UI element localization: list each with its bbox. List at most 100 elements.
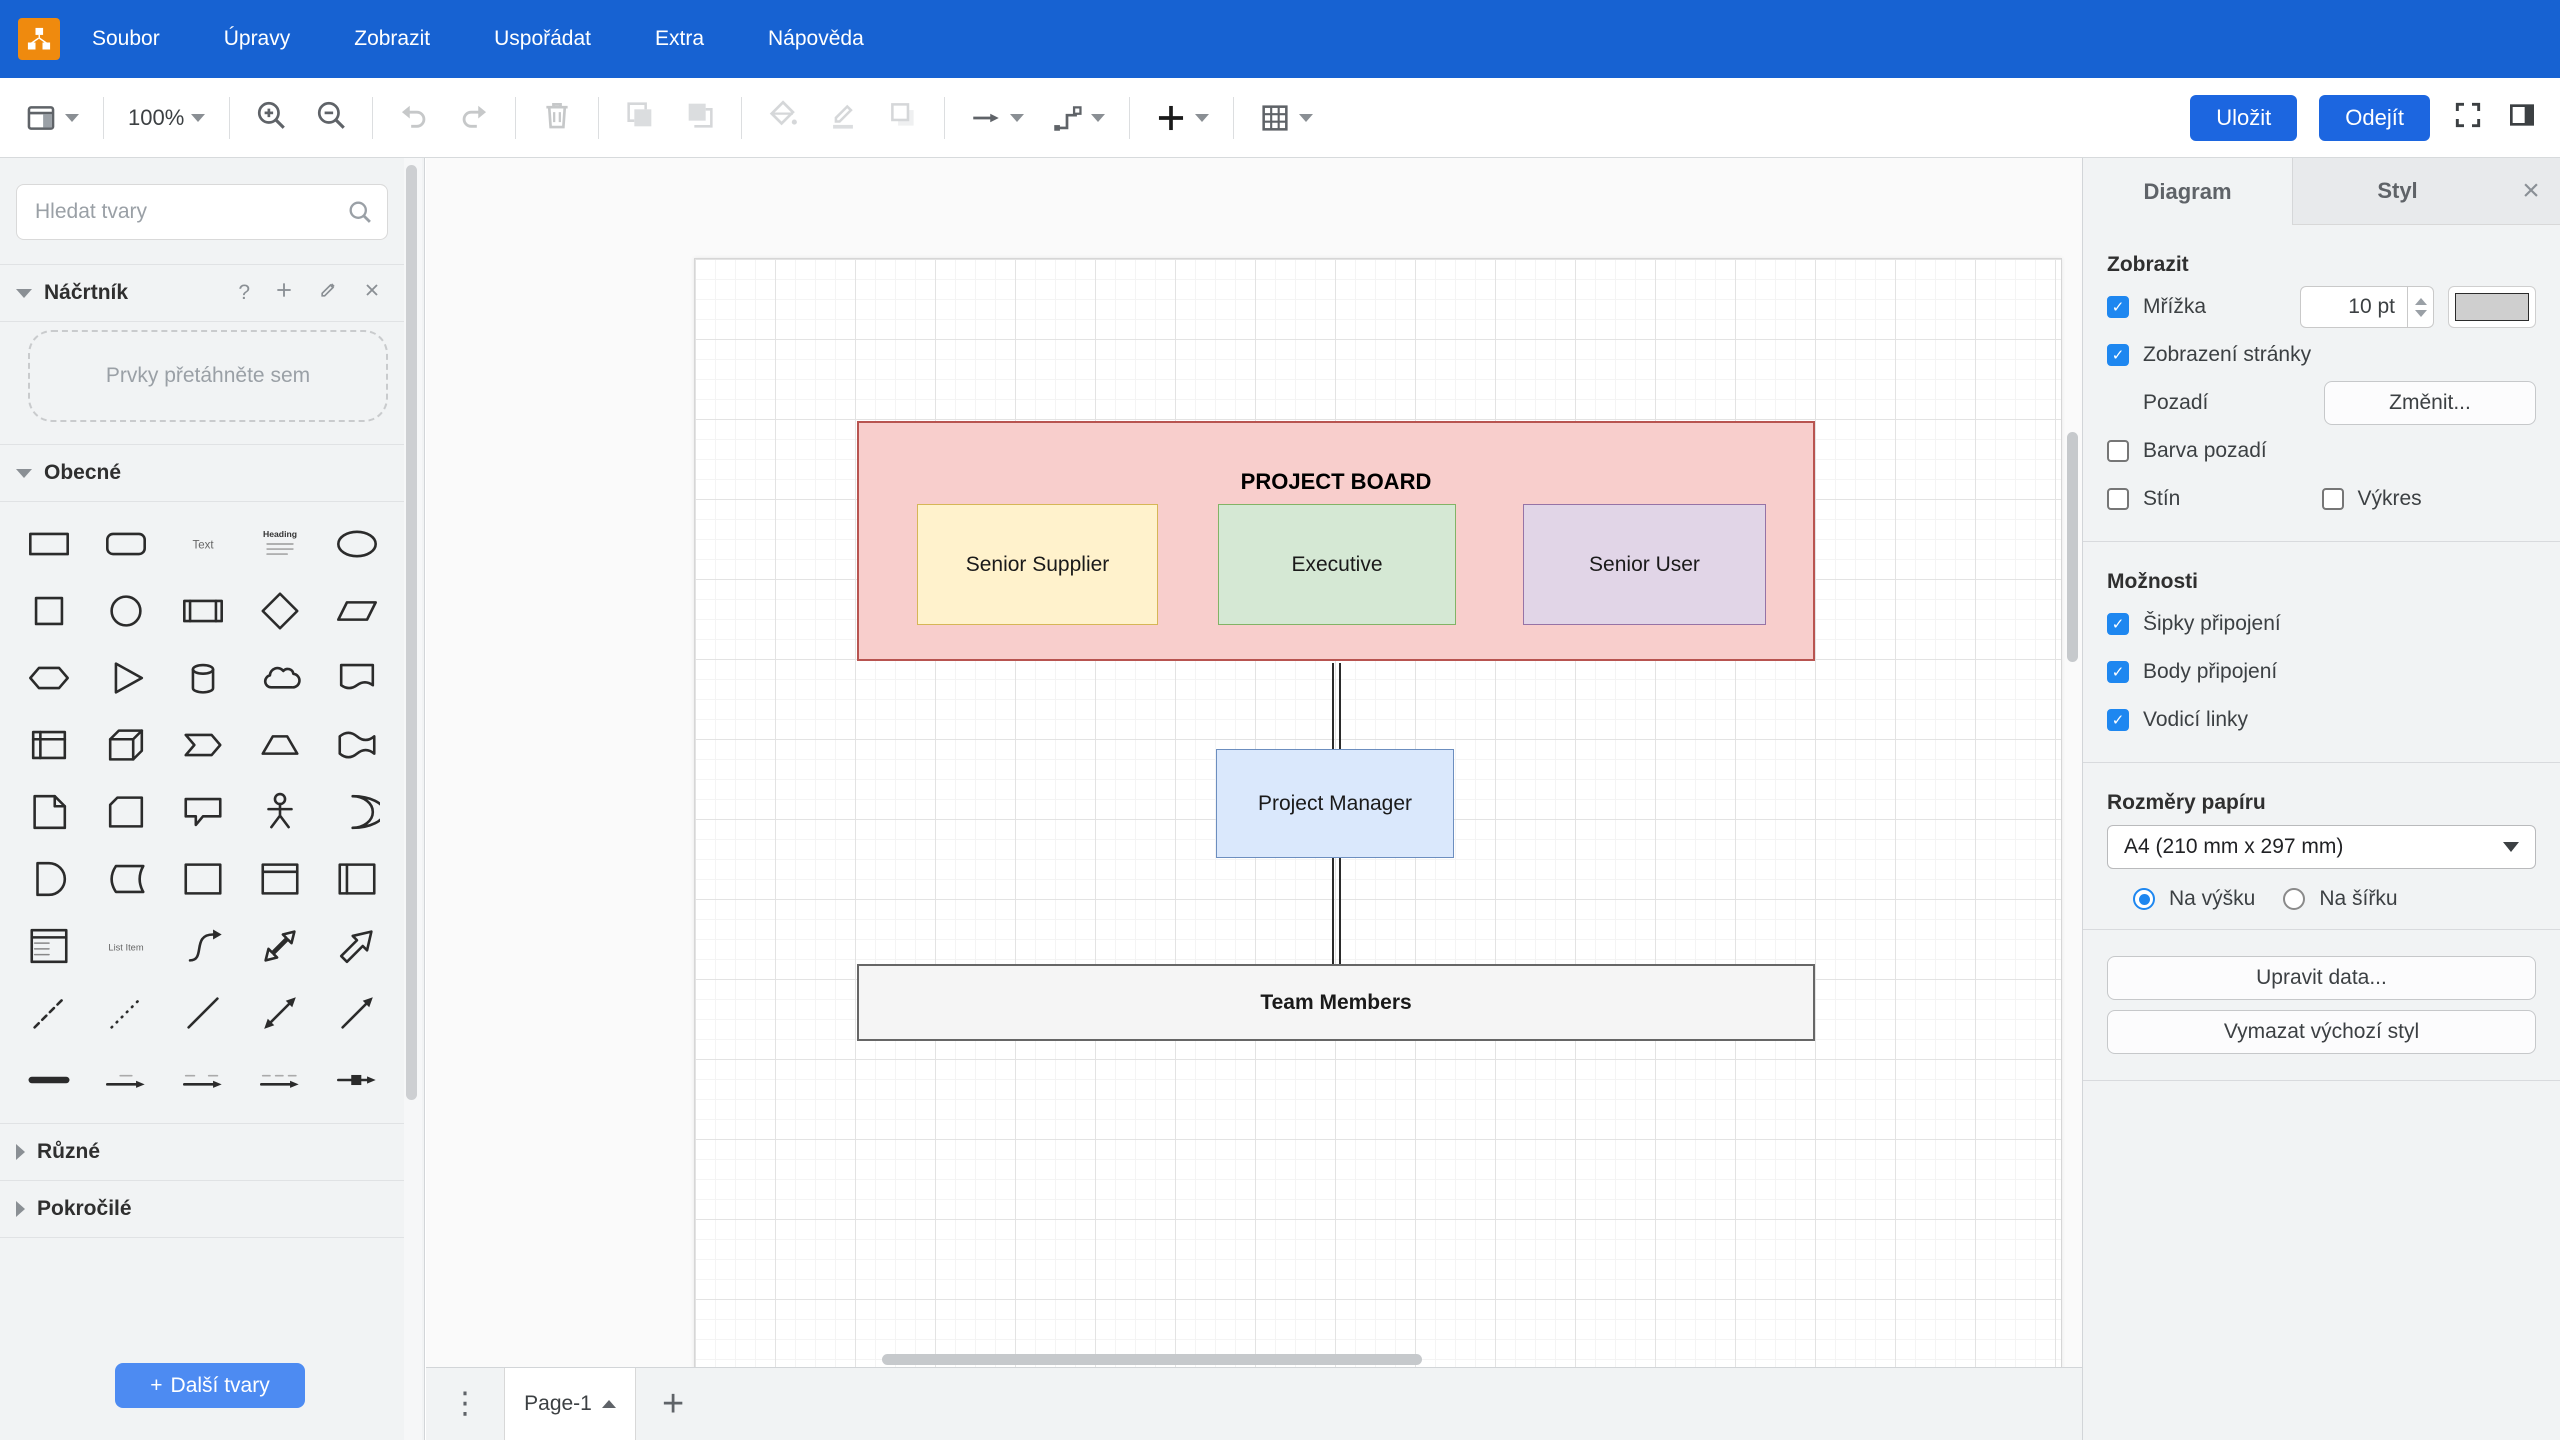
shape-cylinder[interactable] — [164, 644, 241, 711]
section-general-header[interactable]: Obecné — [0, 445, 424, 501]
shape-link[interactable] — [10, 1046, 87, 1113]
shape-hexagon[interactable] — [10, 644, 87, 711]
shadow-button[interactable] — [886, 98, 920, 137]
more-shapes-button[interactable]: + Další tvary — [115, 1363, 305, 1408]
undo-button[interactable] — [397, 98, 431, 137]
scratchpad-section-header[interactable]: Náčrtník ? — [0, 265, 424, 321]
grid-size-stepper[interactable] — [2408, 286, 2434, 328]
waypoint-style-button[interactable] — [1050, 101, 1105, 135]
scratchpad-add-button[interactable] — [274, 280, 294, 306]
background-color-checkbox[interactable] — [2107, 440, 2129, 462]
shape-cube[interactable] — [87, 711, 164, 778]
shape-callout[interactable] — [164, 778, 241, 845]
format-panel-toggle-button[interactable] — [2506, 99, 2538, 136]
shape-diamond[interactable] — [241, 577, 318, 644]
tab-style[interactable]: Styl — [2292, 158, 2502, 225]
connection-points-checkbox[interactable] — [2107, 661, 2129, 683]
shape-rectangle[interactable] — [10, 510, 87, 577]
portrait-radio[interactable] — [2133, 888, 2155, 910]
connector-line[interactable] — [1339, 663, 1341, 749]
shape-process[interactable] — [164, 577, 241, 644]
delete-button[interactable] — [540, 98, 574, 137]
scratchpad-dropzone[interactable]: Prvky přetáhněte sem — [28, 330, 388, 422]
shape-trapezoid[interactable] — [241, 711, 318, 778]
shape-document[interactable] — [318, 644, 395, 711]
table-button[interactable] — [1258, 101, 1313, 135]
scratchpad-edit-button[interactable] — [318, 280, 338, 306]
grid-color-button[interactable] — [2448, 286, 2536, 328]
shape-square[interactable] — [10, 577, 87, 644]
to-front-button[interactable] — [623, 98, 657, 137]
senior-supplier-node[interactable]: Senior Supplier — [917, 504, 1158, 625]
senior-user-node[interactable]: Senior User — [1523, 504, 1766, 625]
shape-or[interactable] — [318, 778, 395, 845]
horizontal-scrollbar-thumb[interactable] — [882, 1354, 1422, 1365]
stepper-up-icon[interactable] — [2415, 298, 2427, 305]
sidebar-scrollbar-thumb[interactable] — [406, 165, 417, 1100]
page-tab[interactable]: Page-1 — [504, 1368, 636, 1440]
menu-napoveda[interactable]: Nápověda — [768, 27, 864, 51]
menu-zobrazit[interactable]: Zobrazit — [354, 27, 430, 51]
redo-button[interactable] — [457, 98, 491, 137]
project-manager-node[interactable]: Project Manager — [1216, 749, 1454, 858]
connection-style-button[interactable] — [969, 101, 1024, 135]
drawing-page[interactable]: PROJECT BOARD Senior Supplier Executive … — [694, 258, 2062, 1367]
vertical-scrollbar-thumb[interactable] — [2067, 432, 2078, 662]
shape-dotted-line[interactable] — [87, 979, 164, 1046]
search-input[interactable] — [16, 184, 388, 240]
change-background-button[interactable]: Změnit... — [2324, 381, 2536, 425]
shape-actor[interactable] — [241, 778, 318, 845]
zoom-level-button[interactable]: 100% — [128, 105, 205, 131]
grid-size-input[interactable]: 10 pt — [2300, 286, 2408, 328]
view-layout-button[interactable] — [24, 101, 79, 135]
connector-line[interactable] — [1332, 858, 1334, 964]
menu-upravy[interactable]: Úpravy — [224, 27, 291, 51]
shape-labeled-connector[interactable] — [87, 1046, 164, 1113]
close-panel-button[interactable]: × — [2502, 158, 2560, 225]
shape-internal-storage[interactable] — [10, 711, 87, 778]
fullscreen-button[interactable] — [2452, 99, 2484, 136]
shape-arrow[interactable] — [318, 912, 395, 979]
shape-text[interactable]: Text — [164, 510, 241, 577]
landscape-radio[interactable] — [2283, 888, 2305, 910]
fill-color-button[interactable] — [766, 98, 800, 137]
diagram-canvas[interactable]: PROJECT BOARD Senior Supplier Executive … — [426, 158, 2082, 1367]
shape-list-item[interactable]: List Item — [87, 912, 164, 979]
section-misc-header[interactable]: Různé — [0, 1124, 424, 1180]
menu-soubor[interactable]: Soubor — [92, 27, 160, 51]
shape-line[interactable] — [164, 979, 241, 1046]
insert-button[interactable] — [1154, 101, 1209, 135]
project-board-container[interactable]: PROJECT BOARD Senior Supplier Executive … — [857, 421, 1815, 661]
shape-cloud[interactable] — [241, 644, 318, 711]
shape-bidirectional-arrow[interactable] — [241, 912, 318, 979]
shape-textbox[interactable]: Heading — [241, 510, 318, 577]
section-advanced-header[interactable]: Pokročilé — [0, 1181, 424, 1237]
shape-ellipse[interactable] — [318, 510, 395, 577]
shape-curve[interactable] — [164, 912, 241, 979]
menu-extra[interactable]: Extra — [655, 27, 704, 51]
paper-size-select[interactable]: A4 (210 mm x 297 mm) — [2107, 825, 2536, 869]
save-button[interactable]: Uložit — [2190, 95, 2297, 141]
shape-parallelogram[interactable] — [318, 577, 395, 644]
team-members-node[interactable]: Team Members — [857, 964, 1815, 1041]
connector-line[interactable] — [1332, 663, 1334, 749]
shape-double-labeled-connector[interactable] — [164, 1046, 241, 1113]
zoom-out-button[interactable] — [314, 98, 348, 137]
exit-button[interactable]: Odejít — [2319, 95, 2430, 141]
sidebar-scrollbar[interactable] — [404, 158, 422, 1440]
shape-directional-connector[interactable] — [318, 979, 395, 1046]
shape-and[interactable] — [10, 845, 87, 912]
scratchpad-close-button[interactable] — [362, 280, 382, 306]
shape-note[interactable] — [10, 778, 87, 845]
connector-line[interactable] — [1339, 858, 1341, 964]
shape-dashed-line[interactable] — [10, 979, 87, 1046]
menu-usporadat[interactable]: Uspořádat — [494, 27, 591, 51]
clear-default-style-button[interactable]: Vymazat výchozí styl — [2107, 1010, 2536, 1054]
shape-container[interactable] — [164, 845, 241, 912]
guides-checkbox[interactable] — [2107, 709, 2129, 731]
stepper-down-icon[interactable] — [2415, 310, 2427, 317]
add-page-button[interactable]: + — [662, 1383, 684, 1426]
shape-triple-labeled-connector[interactable] — [241, 1046, 318, 1113]
shape-bidirectional-connector[interactable] — [241, 979, 318, 1046]
shape-card[interactable] — [87, 778, 164, 845]
